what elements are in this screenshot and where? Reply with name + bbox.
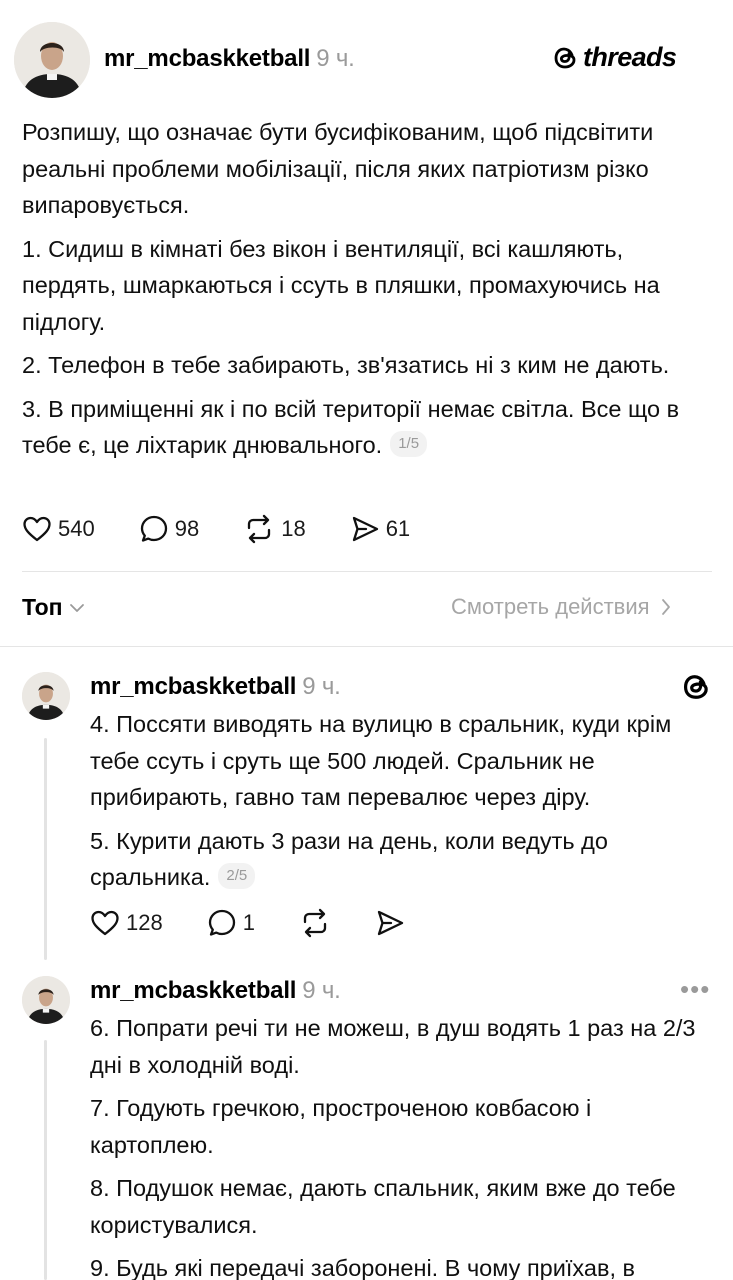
threads-logo-icon — [554, 47, 576, 68]
username[interactable]: mr_mcbaskketball — [90, 673, 296, 700]
username[interactable]: mr_mcbaskketball — [104, 45, 310, 72]
post-time: 9 ч. — [302, 673, 341, 700]
send-icon — [377, 910, 404, 936]
view-activity-link[interactable]: Смотреть действия — [451, 594, 672, 620]
repost-button[interactable]: 18 — [243, 514, 306, 544]
comment-button[interactable]: 98 — [139, 514, 199, 544]
chevron-down-icon — [69, 603, 84, 612]
post-paragraph-text: 3. В приміщенні як і по всій території н… — [22, 395, 680, 459]
post-paragraph: 4. Поссяти виводять на вулицю в сральник… — [90, 711, 672, 810]
share-button[interactable] — [375, 908, 405, 938]
comment-count: 98 — [174, 516, 200, 541]
avatar-photo — [14, 22, 90, 98]
heart-icon — [23, 516, 51, 542]
share-button[interactable]: 61 — [350, 514, 410, 544]
reply-body: 4. Поссяти виводять на вулицю в сральник… — [90, 706, 710, 896]
thread-pager: 2/5 — [218, 862, 256, 889]
post-paragraph: 1. Сидиш в кімнаті без вікон і вентиляці… — [22, 235, 660, 335]
post-author[interactable]: mr_mcbaskketball 9 ч. — [104, 45, 355, 73]
comment-button[interactable]: 1 — [207, 908, 255, 938]
chevron-right-icon — [661, 599, 670, 615]
like-button[interactable]: 540 — [22, 515, 95, 543]
like-count: 540 — [58, 516, 95, 541]
view-activity-label: Смотреть действия — [451, 594, 650, 619]
post-paragraph: 9. Будь які передачі заборонені. В чому … — [90, 1255, 635, 1280]
thread-pager: 1/5 — [390, 430, 428, 457]
reply-body: 6. Попрати речі ти не можеш, в душ водят… — [90, 1010, 710, 1280]
post-body: Розпишу, що означає бути бусифікованим, … — [22, 114, 712, 464]
repost-icon — [248, 514, 271, 544]
avatar-photo — [22, 672, 70, 720]
post-time: 9 ч. — [302, 977, 341, 1004]
reply-author[interactable]: mr_mcbaskketball 9 ч. — [90, 977, 341, 1005]
username[interactable]: mr_mcbaskketball — [90, 977, 296, 1004]
post-paragraph: 2. Телефон в тебе забирають, зв'язатись … — [22, 352, 670, 378]
heart-icon — [91, 910, 119, 936]
threads-icon — [683, 675, 708, 699]
reply-actions: 128 1 — [90, 908, 449, 938]
reply-author[interactable]: mr_mcbaskketball 9 ч. — [90, 673, 341, 701]
share-count: 61 — [385, 516, 411, 541]
avatar[interactable] — [14, 22, 90, 98]
post-paragraph: 3. В приміщенні як і по всій території н… — [22, 391, 712, 464]
more-options-icon[interactable]: ••• — [680, 974, 710, 1005]
comment-icon — [140, 515, 167, 542]
send-icon — [352, 516, 378, 542]
comment-count: 1 — [242, 910, 255, 935]
like-button[interactable]: 128 — [90, 909, 163, 937]
post-paragraph: 7. Годують гречкою, простроченою ковбасо… — [90, 1095, 592, 1158]
repost-button[interactable] — [299, 908, 331, 938]
avatar-photo — [22, 976, 70, 1024]
thread-line — [44, 738, 47, 960]
divider — [0, 646, 733, 647]
repost-icon — [303, 908, 327, 938]
sort-label: Топ — [22, 594, 63, 620]
threads-logo: threads — [553, 42, 677, 73]
post-paragraph: 5. Курити дають 3 рази на день, коли вед… — [90, 823, 710, 896]
like-count: 128 — [126, 910, 163, 935]
avatar[interactable] — [22, 976, 70, 1024]
post-paragraph: 8. Подушок немає, дають спальник, яким в… — [90, 1175, 676, 1238]
comment-icon — [208, 909, 235, 936]
thread-line — [44, 1040, 47, 1280]
post-actions: 540 98 18 61 — [22, 514, 454, 544]
divider — [22, 571, 712, 572]
post-paragraph-text: 5. Курити дають 3 рази на день, коли вед… — [90, 827, 608, 891]
post-paragraph: Розпишу, що означає бути бусифікованим, … — [22, 119, 654, 218]
post-time: 9 ч. — [316, 45, 355, 72]
avatar[interactable] — [22, 672, 70, 720]
repost-count: 18 — [281, 516, 306, 541]
threads-logo-text: threads — [583, 42, 677, 72]
sort-dropdown[interactable]: Топ — [22, 594, 85, 621]
post-paragraph: 6. Попрати речі ти не можеш, в душ водят… — [90, 1015, 696, 1078]
